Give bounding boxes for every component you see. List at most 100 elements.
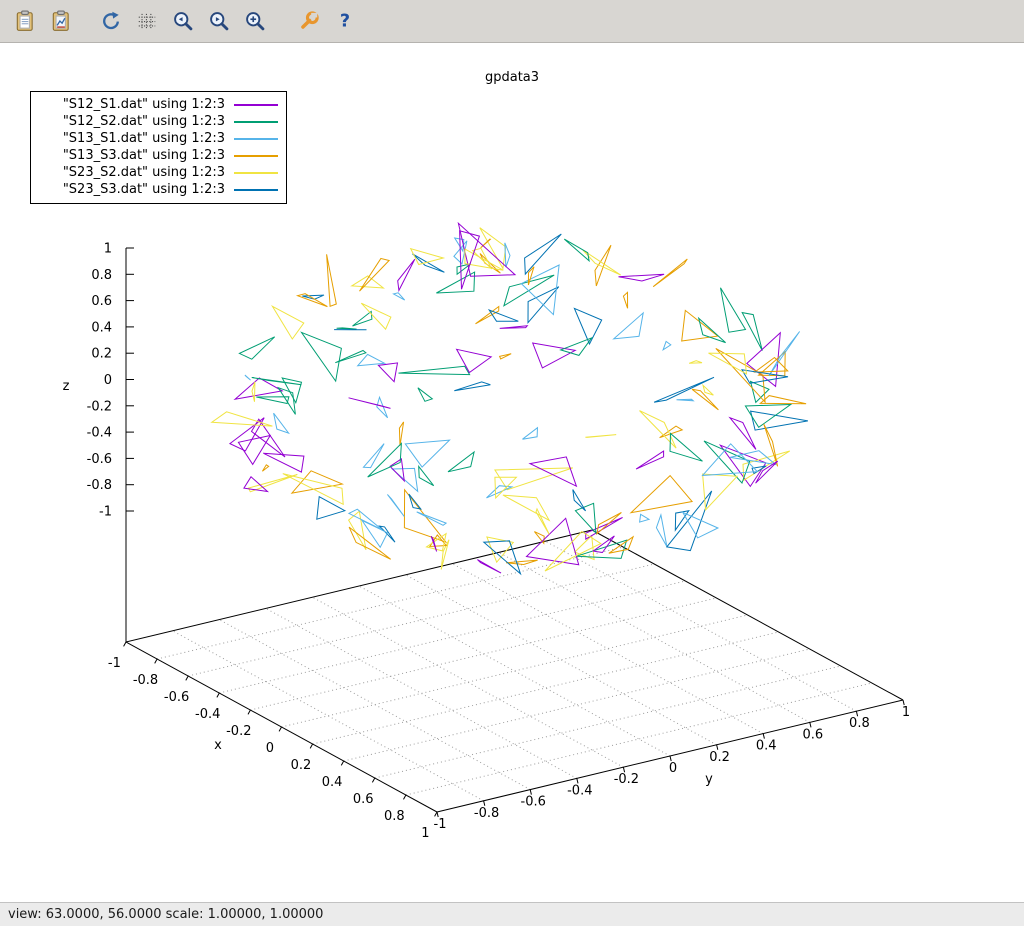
data-triangle	[716, 348, 765, 402]
data-triangle	[352, 276, 384, 288]
zoom-previous-icon	[172, 10, 194, 32]
legend-label: "S12_S2.dat" using 1:2:3	[39, 114, 225, 129]
data-triangle	[239, 337, 274, 359]
x-tick-label: 1	[421, 826, 429, 841]
replot-button[interactable]	[96, 6, 126, 36]
x-tick	[403, 795, 405, 799]
data-triangle	[230, 418, 264, 451]
data-triangle	[506, 560, 537, 564]
data-triangle	[636, 451, 664, 469]
data-triangle	[654, 377, 714, 402]
y-tick-label: 0.6	[802, 727, 823, 742]
data-triangle	[252, 382, 255, 402]
data-triangle	[362, 520, 388, 547]
export-to-file-button[interactable]	[46, 6, 76, 36]
help-button[interactable]: ?	[330, 6, 360, 36]
data-triangle	[272, 306, 303, 339]
data-triangle	[743, 451, 790, 480]
data-triangle	[399, 422, 403, 446]
clipboard-icon	[14, 10, 36, 32]
data-triangle	[614, 313, 644, 339]
grid-line	[313, 632, 779, 744]
legend-line-sample	[234, 172, 278, 174]
legend-entry: "S13_S1.dat" using 1:2:3	[39, 130, 278, 147]
y-axis-title: y	[705, 772, 713, 787]
x-tick	[124, 642, 126, 646]
z-tick-label: 0	[104, 373, 112, 388]
data-triangle	[721, 288, 746, 332]
export-icon	[50, 10, 72, 32]
data-triangle	[503, 495, 549, 520]
data-triangle	[484, 541, 521, 574]
data-triangle	[677, 399, 694, 401]
z-tick-label: 0.4	[91, 320, 112, 335]
grid-line	[219, 620, 530, 790]
z-tick-label: 0.6	[91, 294, 112, 309]
plot-border	[592, 530, 903, 700]
data-triangle	[640, 514, 649, 522]
data-triangle	[500, 326, 528, 329]
data-triangle	[387, 495, 404, 517]
data-triangle	[631, 476, 692, 513]
data-triangle	[274, 413, 289, 433]
autoscale-button[interactable]	[240, 6, 270, 36]
data-triangle	[564, 239, 589, 261]
data-triangle	[399, 366, 470, 374]
y-tick-label: -0.8	[474, 806, 499, 821]
help-icon: ?	[334, 10, 356, 32]
status-text: view: 63.0000, 56.0000 scale: 1.00000, 1…	[8, 907, 323, 922]
legend-line-sample	[234, 121, 278, 123]
data-triangle	[487, 486, 512, 498]
data-triangle	[252, 378, 302, 385]
grid-icon	[136, 10, 158, 32]
x-tick-label: 0.2	[291, 758, 312, 773]
data-triangle	[302, 332, 342, 381]
legend-entry: "S23_S3.dat" using 1:2:3	[39, 181, 278, 198]
legend-line-sample	[234, 155, 278, 157]
data-triangle	[536, 509, 549, 535]
zoom-previous-button[interactable]	[168, 6, 198, 36]
grid-line	[312, 597, 623, 767]
status-bar: view: 63.0000, 56.0000 scale: 1.00000, 1…	[0, 902, 1024, 926]
data-triangle	[358, 354, 385, 365]
data-triangle	[689, 361, 702, 364]
data-triangle	[500, 354, 512, 359]
y-tick-label: 0.4	[756, 739, 777, 754]
x-tick	[372, 778, 374, 782]
replot-icon	[100, 10, 122, 32]
z-tick-label: 0.8	[91, 268, 112, 283]
data-triangle	[238, 436, 270, 465]
x-tick	[217, 693, 219, 697]
y-tick-label: 0	[669, 761, 677, 776]
data-triangle	[585, 435, 616, 438]
z-tick-label: 1	[104, 242, 112, 257]
data-triangle	[595, 245, 611, 286]
plot-title: gpdata3	[0, 70, 1024, 85]
legend-label: "S12_S1.dat" using 1:2:3	[39, 97, 225, 112]
svg-text:?: ?	[340, 12, 350, 32]
data-triangle	[769, 332, 800, 377]
x-axis-title: x	[214, 738, 222, 753]
data-triangle	[730, 418, 756, 450]
x-tick	[310, 744, 312, 748]
toggle-grid-button[interactable]	[132, 6, 162, 36]
configure-button[interactable]	[294, 6, 324, 36]
copy-to-clipboard-button[interactable]	[10, 6, 40, 36]
data-triangle	[525, 234, 562, 274]
grid-line	[452, 564, 763, 734]
x-tick-label: 0.8	[384, 809, 405, 824]
data-triangle	[419, 466, 434, 485]
data-triangle	[703, 385, 713, 395]
data-triangle	[398, 259, 415, 290]
data-triangle	[349, 509, 382, 530]
data-triangle	[245, 375, 251, 380]
y-tick-label: 1	[902, 705, 910, 720]
data-triangle	[575, 503, 596, 533]
zoom-next-button[interactable]	[204, 6, 234, 36]
data-triangle	[703, 474, 738, 510]
grid-line	[545, 541, 856, 711]
wrench-icon	[298, 10, 320, 32]
data-triangle	[756, 461, 778, 483]
data-triangle	[327, 254, 337, 306]
data-triangle	[653, 259, 687, 287]
